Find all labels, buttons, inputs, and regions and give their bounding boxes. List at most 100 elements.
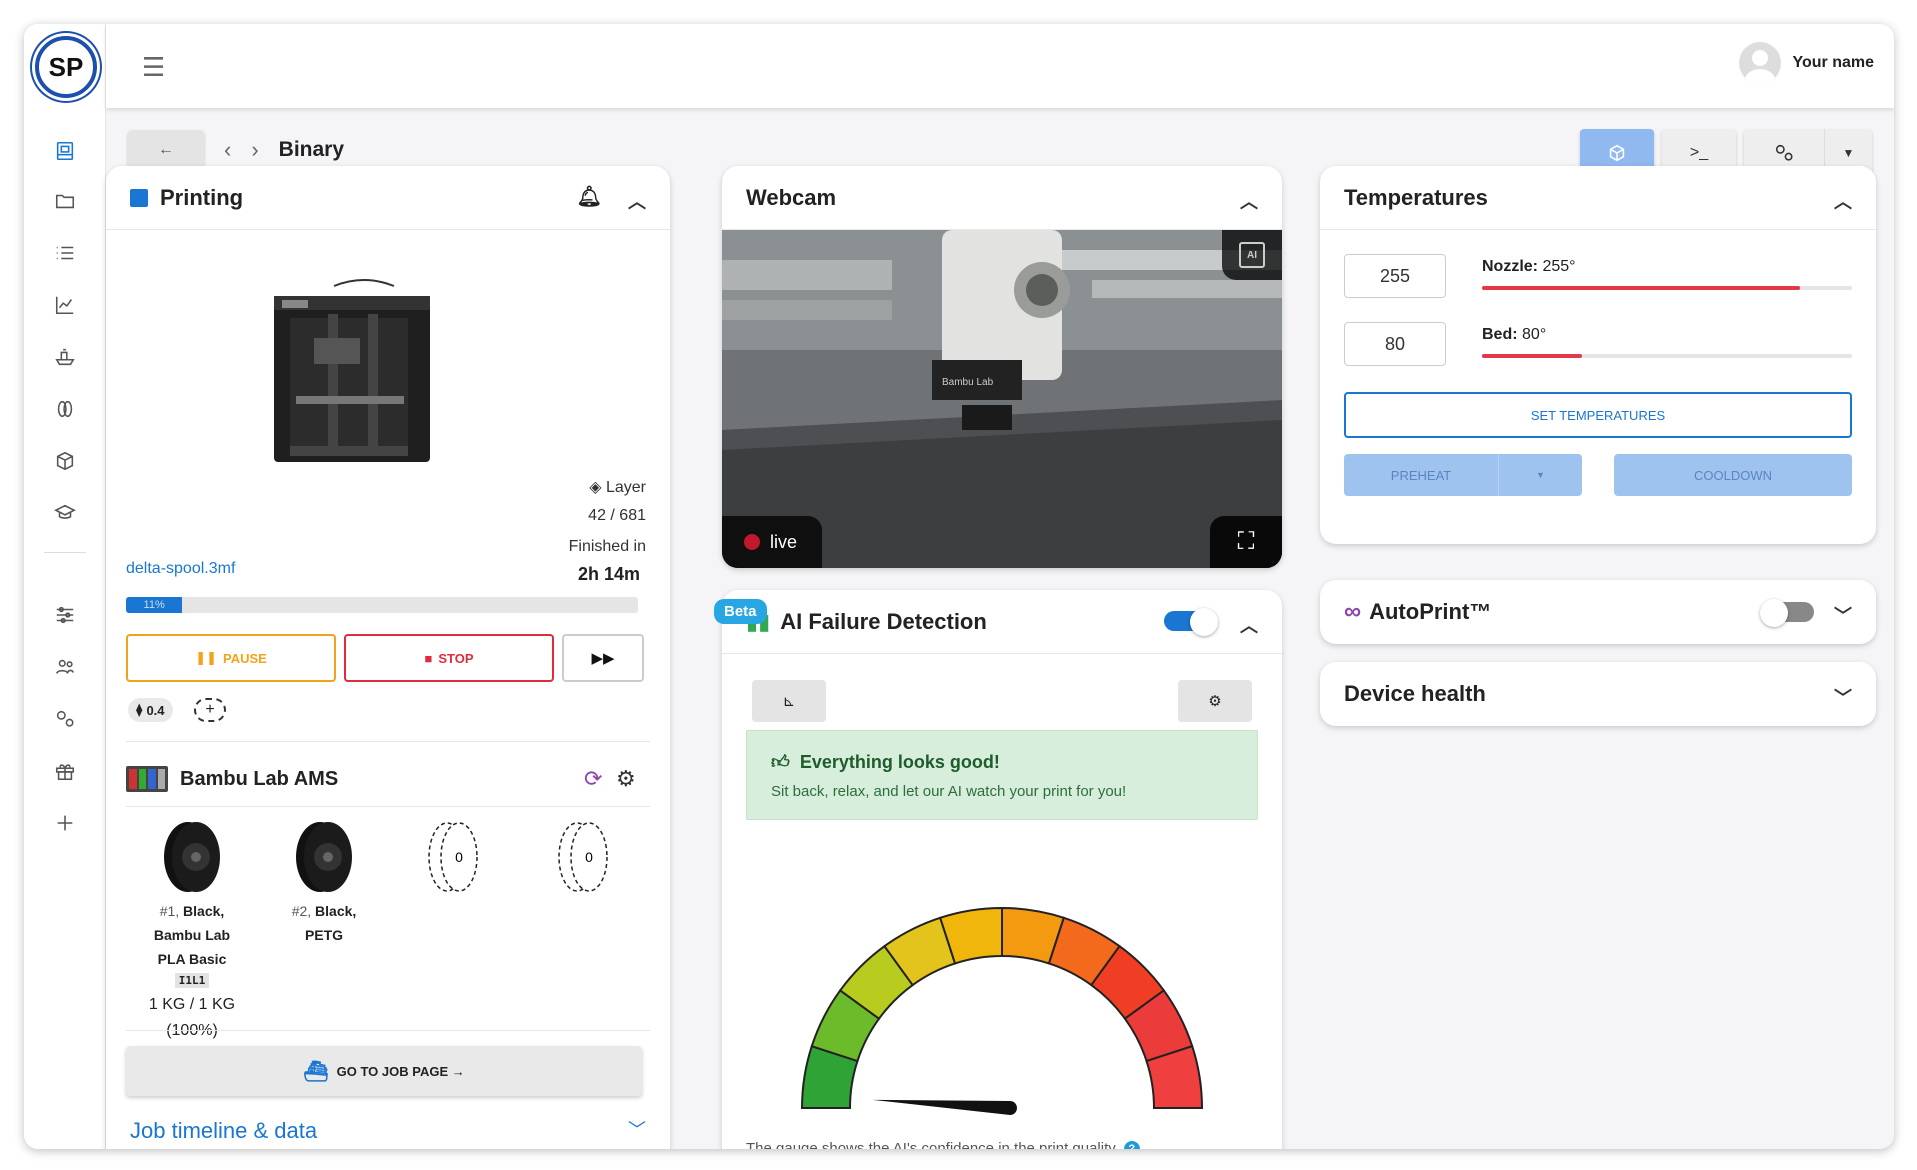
ai-settings-button[interactable]: ⚙	[1178, 680, 1252, 722]
autoprint-toggle[interactable]	[1760, 599, 1814, 627]
nozzle-temp-bar	[1482, 286, 1852, 290]
help-icon[interactable]: ?	[1123, 1140, 1140, 1149]
chevron-down-icon[interactable]: ﹀	[628, 1116, 646, 1142]
folder-icon[interactable]	[50, 186, 80, 216]
graduation-cap-icon[interactable]	[50, 498, 80, 528]
divider	[126, 741, 650, 742]
stop-button[interactable]: ■ STOP	[344, 634, 554, 682]
user-menu[interactable]: Your name	[1738, 42, 1875, 84]
go-to-job-button[interactable]: ⛴ GO TO JOB PAGE →	[126, 1046, 642, 1096]
users-icon[interactable]	[50, 652, 80, 682]
ai-header: ▮▮ AI Failure Detection ︿	[722, 590, 1282, 654]
refresh-icon[interactable]: ⟳	[584, 766, 602, 792]
caret-down-icon[interactable]: ▼	[1498, 454, 1582, 496]
chevron-up-icon[interactable]: ︿	[1240, 612, 1258, 638]
cube-icon[interactable]	[50, 446, 80, 476]
app-logo[interactable]: SP	[35, 36, 97, 98]
filament-icon[interactable]	[50, 394, 80, 424]
spool-tag: I1L1	[174, 973, 210, 988]
menu-icon[interactable]: ☰	[142, 52, 165, 83]
chevron-left-icon[interactable]: ‹	[224, 137, 231, 163]
ai-toggle[interactable]	[1164, 608, 1218, 636]
list-icon[interactable]	[50, 238, 80, 268]
gauge-segments	[800, 906, 1204, 1109]
chart-icon[interactable]	[50, 290, 80, 320]
spool-icon	[164, 821, 220, 893]
arrow-left-icon: ←	[158, 141, 174, 158]
gears-icon[interactable]	[50, 704, 80, 734]
spool-empty-4[interactable]: 0	[548, 821, 618, 899]
preheat-split-button[interactable]: PREHEAT ▼	[1344, 454, 1582, 496]
layer-info: ◈ Layer 42 / 681	[588, 474, 646, 530]
nozzle-icon: ⧫	[136, 702, 143, 717]
device-health-header: Device health ﹀	[1320, 662, 1876, 726]
top-bar: ☰ Your name	[106, 24, 1894, 108]
infinity-icon: ∞	[1344, 598, 1362, 625]
add-chip-button[interactable]: +	[194, 698, 226, 722]
webcam-header: Webcam ︿	[722, 166, 1282, 230]
plus-icon: +	[205, 701, 215, 718]
chart-button[interactable]: ⊾	[752, 680, 826, 722]
chevron-up-icon[interactable]: ︿	[1240, 188, 1258, 214]
bell-icon[interactable]: 🔔︎	[577, 184, 602, 209]
nozzle-label: Nozzle: 255°	[1482, 258, 1576, 275]
autoprint-card: ∞ AutoPrint™ ﹀	[1320, 580, 1876, 644]
printing-header: Printing 🔔︎ ︿	[106, 166, 670, 230]
device-health-title: Device health	[1344, 681, 1486, 706]
bed-temp-fill	[1482, 354, 1582, 358]
cube-rotate-icon	[1609, 144, 1625, 162]
webcam-feed[interactable]: Bambu Lab AI live ⛶	[722, 230, 1282, 568]
temperatures-card: Temperatures ︿ 255 Nozzle: 255° 80 Bed: …	[1320, 166, 1876, 544]
confidence-gauge	[800, 906, 1204, 1115]
spool-label: 0	[455, 849, 463, 865]
ams-icon	[126, 766, 168, 792]
temperatures-title: Temperatures	[1344, 184, 1488, 210]
file-name-link[interactable]: delta-spool.3mf	[126, 560, 235, 578]
record-dot-icon	[744, 534, 760, 550]
job-timeline-link[interactable]: Job timeline & data	[130, 1118, 317, 1144]
ai-detection-card: ▮▮ AI Failure Detection ︿ ⊾ ⚙ 👍︎Everythi…	[722, 590, 1282, 1149]
cooldown-button[interactable]: COOLDOWN	[1614, 454, 1852, 496]
pause-icon: ❚❚	[195, 650, 217, 665]
plus-icon[interactable]	[50, 808, 80, 838]
gear-icon[interactable]: ⚙	[616, 766, 636, 792]
thumbs-up-icon: 👍︎	[771, 752, 790, 772]
layers-icon: ◈	[589, 479, 602, 496]
spool-2[interactable]: #2, Black, PETG	[274, 821, 374, 947]
app-window: SP ☰ Your name ← ‹ › Binary >_ ▼ Printin…	[24, 24, 1894, 1149]
sidebar: SP	[24, 24, 106, 1149]
toggle-knob	[1190, 608, 1218, 636]
preheat-button[interactable]: PREHEAT	[1344, 454, 1498, 496]
spool-1[interactable]: #1, Black, Bambu Lab PLA Basic I1L1 1 KG…	[142, 821, 242, 1044]
user-name: Your name	[1792, 54, 1875, 71]
gauge-needle	[872, 1099, 1017, 1115]
bed-temp-input[interactable]: 80	[1344, 322, 1446, 366]
chevron-up-icon[interactable]: ︿	[628, 188, 646, 214]
pause-button[interactable]: ❚❚ PAUSE	[126, 634, 336, 682]
sliders-icon[interactable]	[50, 600, 80, 630]
chevron-down-icon[interactable]: ﹀	[1834, 602, 1852, 628]
set-temperatures-button[interactable]: SET TEMPERATURES	[1344, 392, 1852, 438]
back-button[interactable]: ←	[128, 130, 204, 170]
printer-icon[interactable]	[50, 136, 80, 166]
boat-icon[interactable]	[50, 342, 80, 372]
chevron-down-icon[interactable]: ﹀	[1834, 684, 1852, 710]
gift-icon[interactable]	[50, 756, 80, 786]
page-title: Binary	[278, 138, 345, 161]
divider	[126, 806, 650, 807]
webcam-title: Webcam	[746, 184, 837, 210]
spool-empty-3[interactable]: 0	[418, 821, 488, 899]
chart-icon: ⊾	[782, 693, 796, 710]
chevron-right-icon[interactable]: ›	[251, 137, 258, 163]
chevron-up-icon[interactable]: ︿	[1834, 188, 1852, 214]
gauge-caption: The gauge shows the AI's confidence in t…	[746, 1140, 1140, 1149]
webcam-card: Webcam ︿ Bambu Lab AI live ⛶	[722, 166, 1282, 568]
nozzle-temp-input[interactable]: 255	[1344, 254, 1446, 298]
printer-image	[274, 279, 430, 462]
ai-chip-icon: AI	[1222, 230, 1282, 280]
nozzle-chip[interactable]: ⧫ 0.4	[128, 698, 173, 722]
fullscreen-icon[interactable]: ⛶	[1210, 516, 1282, 568]
skip-button[interactable]: ▶▶	[562, 634, 644, 682]
gauge-needle-shape	[872, 1099, 1017, 1115]
nozzle-temp-fill	[1482, 286, 1801, 290]
